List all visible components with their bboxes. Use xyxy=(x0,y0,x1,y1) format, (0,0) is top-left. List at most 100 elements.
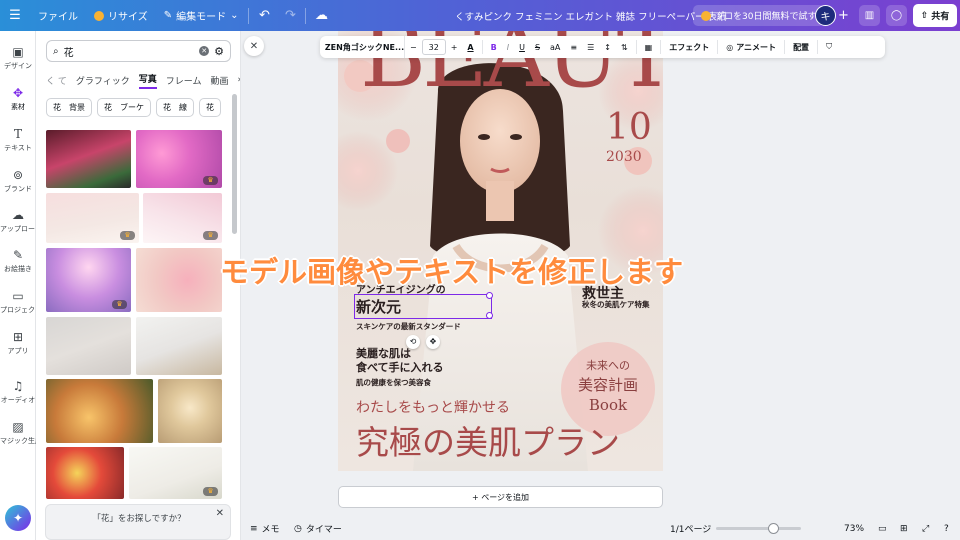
rail-item-brand[interactable]: ⊚ ブランド xyxy=(0,168,36,194)
list-icon[interactable]: ☰ xyxy=(582,36,599,58)
magic-assistant-icon[interactable]: ✦ xyxy=(5,505,31,531)
tab-graphics[interactable]: グラフィック xyxy=(76,74,130,87)
paint-format-icon[interactable]: ⛉ xyxy=(821,36,837,58)
selection-handle[interactable] xyxy=(486,312,493,319)
chip-flower-background[interactable]: 花 背景 xyxy=(46,98,92,117)
circle-line1[interactable]: 未来への xyxy=(568,357,648,373)
rail-item-magic[interactable]: ▨ マジック生成 xyxy=(0,420,42,446)
analytics-icon[interactable]: ▥ xyxy=(859,5,880,26)
chip-flower[interactable]: 花 xyxy=(199,98,221,117)
photo-result[interactable]: ♛ xyxy=(46,193,139,243)
circle-line2[interactable]: 美容計画 xyxy=(568,374,648,395)
pro-trial-button[interactable]: プロを30日間無料で試す xyxy=(693,5,825,26)
rail-item-project[interactable]: ▭ プロジェクト xyxy=(0,289,42,315)
search-input[interactable]: ⌕ 花 ✕ ⚙ xyxy=(46,40,231,62)
zoom-level[interactable]: 73% xyxy=(844,517,864,540)
headline-line2[interactable]: 新次元 xyxy=(354,294,492,319)
photo-result[interactable] xyxy=(46,447,124,499)
rail-item-design[interactable]: ▣ デザイン xyxy=(0,45,36,71)
photo-result[interactable] xyxy=(158,379,222,443)
document-title[interactable]: くすみピンク フェミニン エレガント 雑誌 フリーペーパー 表紙 xyxy=(455,0,727,31)
fullscreen-icon[interactable]: ⤢ xyxy=(922,517,929,540)
panel-scrollbar[interactable] xyxy=(232,94,237,234)
increase-font-size-button[interactable]: + xyxy=(446,36,463,58)
vertical-text-icon[interactable]: ⇅ xyxy=(616,36,633,58)
font-size-input[interactable]: 32 xyxy=(421,39,446,55)
comment-icon[interactable]: ◯ xyxy=(886,5,907,26)
zoom-slider-handle[interactable] xyxy=(768,523,779,534)
animate-button[interactable]: ◎ アニメート xyxy=(721,36,781,58)
undo-icon[interactable]: ↶ xyxy=(251,0,277,31)
headline-sub[interactable]: スキンケアの最新スタンダード xyxy=(356,321,461,332)
photo-result[interactable]: ♛ xyxy=(46,248,131,312)
share-button[interactable]: ⇧ 共有 xyxy=(913,4,957,27)
letter-case-icon[interactable]: aA xyxy=(545,36,565,58)
rail-item-elements[interactable]: ✥ 素材 xyxy=(0,86,36,112)
right-sub[interactable]: 秋冬の美肌ケア特集 xyxy=(582,299,650,310)
chip-flower-line[interactable]: 花 線 xyxy=(156,98,194,117)
underline-icon[interactable]: U xyxy=(514,36,530,58)
text-color-icon[interactable]: A xyxy=(462,36,478,58)
photo-result[interactable] xyxy=(46,379,153,443)
help-icon[interactable]: ? xyxy=(944,517,949,540)
rail-item-text[interactable]: T テキスト xyxy=(0,127,36,153)
grid-view-icon[interactable]: ⊞ xyxy=(900,517,908,540)
bold-icon[interactable]: B xyxy=(486,36,502,58)
circle-line3[interactable]: Book xyxy=(568,396,648,414)
mid-sub[interactable]: 肌の健康を保つ美容食 xyxy=(356,377,431,388)
tab-videos[interactable]: 動画 xyxy=(210,74,228,87)
timer-button[interactable]: ◷ タイマー xyxy=(294,517,342,540)
filter-icon[interactable]: ⚙ xyxy=(214,45,224,58)
italic-icon[interactable]: I xyxy=(502,36,514,58)
rail-item-apps[interactable]: ⊞ アプリ xyxy=(0,330,36,356)
photo-result[interactable]: ♛ xyxy=(129,447,222,499)
mid-line2[interactable]: 食べて手に入れる xyxy=(356,359,444,375)
rail-item-audio[interactable]: ♫ オーディオ xyxy=(0,379,36,405)
file-menu[interactable]: ファイル xyxy=(30,0,86,31)
move-icon[interactable]: ✥ xyxy=(426,335,440,349)
notes-button[interactable]: ≡ メモ xyxy=(250,517,280,540)
align-icon[interactable]: ≡ xyxy=(565,36,582,58)
search-suggestion-card[interactable]: 「花」をお探しですか？ ✕ xyxy=(45,504,231,540)
close-panel-icon[interactable]: ✕ xyxy=(244,36,264,56)
photo-result[interactable]: ♛ xyxy=(143,193,222,243)
tagline[interactable]: わたしをもっと輝かせる xyxy=(356,397,510,417)
avatar[interactable]: キ xyxy=(815,5,836,26)
issue-number[interactable]: 10 xyxy=(606,107,652,148)
photo-result[interactable] xyxy=(136,317,222,375)
font-family-dropdown[interactable]: ZEN角ゴシックNE... xyxy=(325,36,405,58)
strikethrough-icon[interactable]: S xyxy=(530,36,545,58)
cloud-save-icon[interactable]: ☁ xyxy=(308,0,334,31)
add-collaborator-icon[interactable]: + xyxy=(838,8,849,23)
close-icon[interactable]: ✕ xyxy=(216,508,224,519)
photo-result[interactable] xyxy=(136,248,222,312)
menu-icon[interactable]: ☰ xyxy=(0,0,30,31)
page-count[interactable]: 1/1ページ xyxy=(670,517,711,540)
chip-flower-bouquet[interactable]: 花 ブーケ xyxy=(97,98,151,117)
resize-button[interactable]: リサイズ xyxy=(86,0,156,31)
zoom-slider[interactable] xyxy=(716,527,801,530)
rail-item-draw[interactable]: ✎ お絵描き xyxy=(0,248,36,274)
selection-handle[interactable] xyxy=(486,292,493,299)
add-page-button[interactable]: + ページを追加 xyxy=(338,486,663,508)
spacing-icon[interactable]: ↕ xyxy=(599,36,616,58)
rail-item-upload[interactable]: ☁ アップロード xyxy=(0,208,42,234)
tabs-prev-icon[interactable]: く て xyxy=(46,74,67,87)
photo-result[interactable] xyxy=(46,130,131,188)
main-title[interactable]: 究極の美肌プラン xyxy=(356,416,620,464)
clear-icon[interactable]: ✕ xyxy=(199,46,210,56)
transparency-icon[interactable]: ▦ xyxy=(640,36,658,58)
photo-result[interactable]: ♛ xyxy=(136,130,222,188)
tab-photos[interactable]: 写真 xyxy=(138,72,157,89)
page-view-icon[interactable]: ▭ xyxy=(878,517,887,540)
search-value[interactable]: 花 xyxy=(64,44,195,59)
position-button[interactable]: 配置 xyxy=(788,36,814,58)
photo-result[interactable] xyxy=(46,317,131,375)
issue-year[interactable]: 2030 xyxy=(606,149,642,165)
effects-button[interactable]: エフェクト xyxy=(664,36,714,58)
tab-frames[interactable]: フレーム xyxy=(166,74,202,87)
decrease-font-size-button[interactable]: − xyxy=(405,36,422,58)
tabs-next-icon[interactable]: › xyxy=(237,75,240,85)
redo-icon[interactable]: ↷ xyxy=(277,0,303,31)
edit-mode-dropdown[interactable]: ✎ 編集モード ⌄ xyxy=(156,0,247,31)
